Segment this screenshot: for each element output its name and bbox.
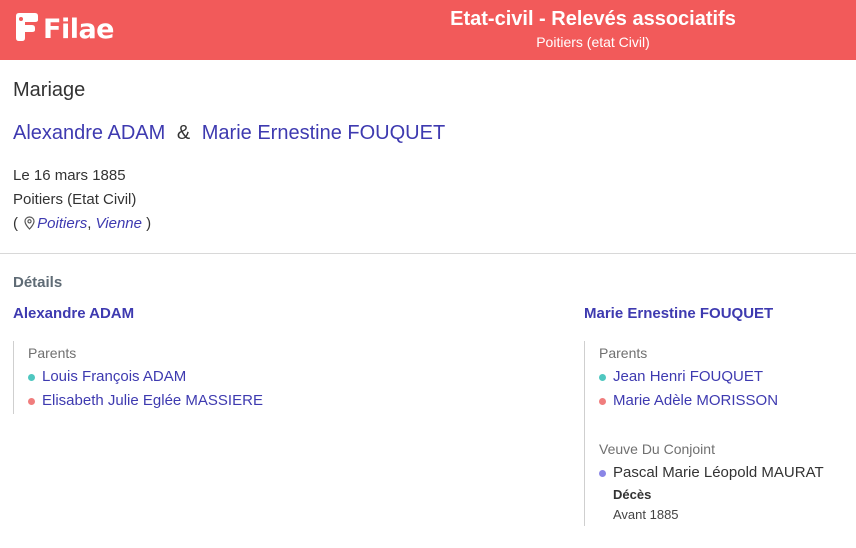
filae-logo[interactable]: Filae [13,12,115,47]
parent-item: Elisabeth Julie Eglée MASSIERE [28,389,263,413]
location-department-link[interactable]: Vienne [96,215,142,232]
parent-link-mother[interactable]: Elisabeth Julie Eglée MASSIERE [42,389,263,413]
mother-dot-icon [599,397,606,405]
father-dot-icon [599,373,606,381]
record-date: Le 16 mars 1885 [13,167,126,184]
right-person-name[interactable]: Marie Ernestine FOUQUET [584,305,773,322]
parent-item: Jean Henri FOUQUET [599,365,824,389]
previous-spouse-name: Pascal Marie Léopold MAURAT [613,464,824,481]
parent-link-father[interactable]: Louis François ADAM [42,365,186,389]
page-subtitle: Poitiers (etat Civil) [536,34,650,50]
page-title: Etat-civil - Relevés associatifs [450,8,736,30]
open-paren: ( [13,215,18,232]
mother-dot-icon [28,397,35,405]
spouse-dot-icon [599,469,606,477]
record-type: Mariage [13,79,86,101]
filae-logo-icon [13,12,39,47]
ampersand: & [176,122,191,144]
parent-link-father[interactable]: Jean Henri FOUQUET [613,365,763,389]
spouses-line: Alexandre ADAM & Marie Ernestine FOUQUET [13,122,445,145]
parent-link-mother[interactable]: Marie Adèle MORISSON [613,389,778,413]
parents-label: Parents [28,345,77,361]
spouse2-link[interactable]: Marie Ernestine FOUQUET [202,122,445,144]
right-details-column: Parents Jean Henri FOUQUET Marie Adèle M… [584,341,824,526]
previous-spouse-item: Pascal Marie Léopold MAURAT [599,461,824,485]
death-event-label: Décès [613,487,652,502]
parent-item: Marie Adèle MORISSON [599,389,824,413]
death-event-date: Avant 1885 [613,507,679,522]
spouse1-link[interactable]: Alexandre ADAM [13,122,165,144]
details-heading: Détails [13,274,63,291]
record-location: ( Poitiers, Vienne ) [13,215,151,234]
record-source: Poitiers (Etat Civil) [13,191,137,208]
father-dot-icon [28,373,35,381]
divider [0,253,856,254]
logo-text: Filae [43,13,115,45]
close-paren: ) [146,215,152,232]
left-person-name[interactable]: Alexandre ADAM [13,305,134,322]
location-city-link[interactable]: Poitiers [37,215,87,232]
left-details-column: Parents Louis François ADAM Elisabeth Ju… [13,341,263,414]
site-header: Filae Etat-civil - Relevés associatifs P… [0,0,856,60]
location-comma: , [87,215,92,232]
map-pin-icon [24,216,35,234]
widow-label: Veuve Du Conjoint [599,441,715,457]
parents-label: Parents [599,345,648,361]
parent-item: Louis François ADAM [28,365,263,389]
